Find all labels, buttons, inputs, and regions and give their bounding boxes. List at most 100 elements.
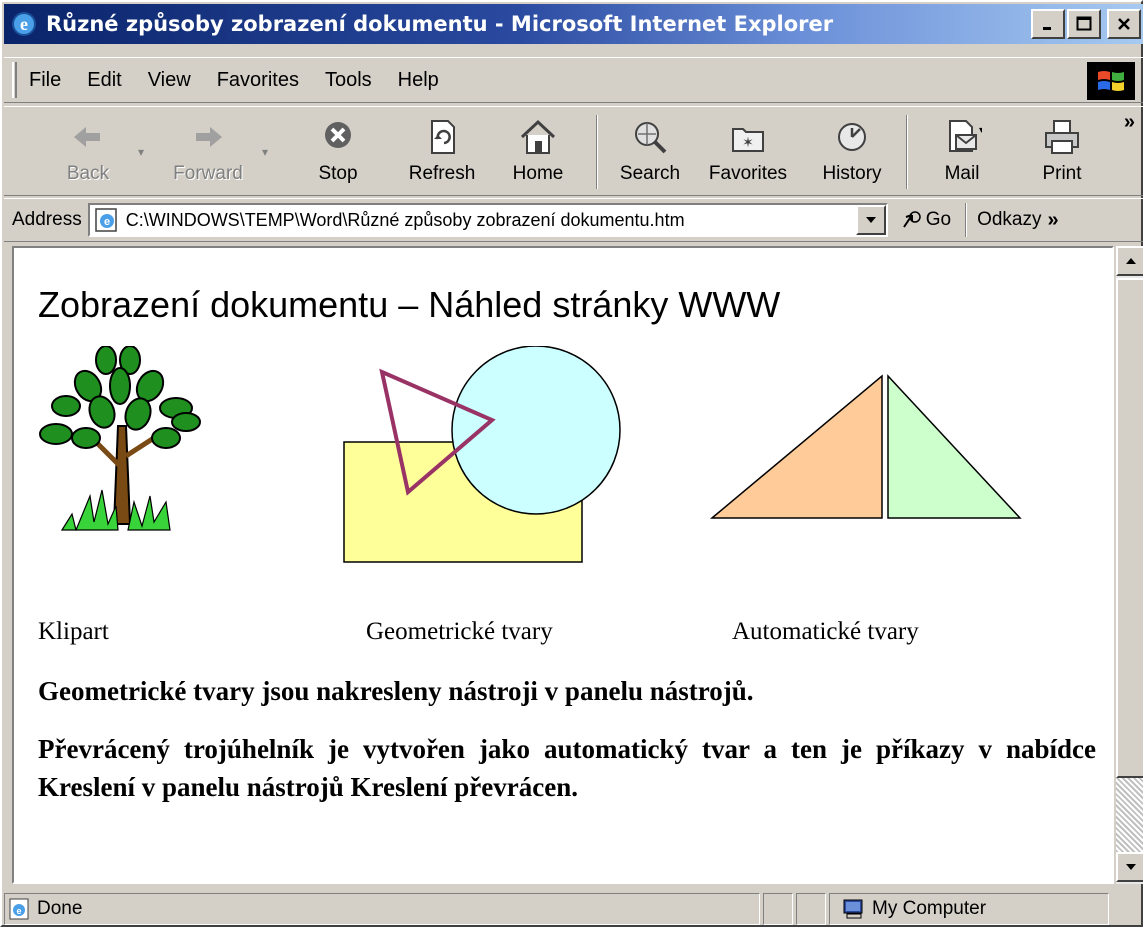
print-button[interactable]: Print <box>1014 113 1110 191</box>
scroll-track[interactable] <box>1116 778 1143 852</box>
toolbar-chevron-icon[interactable]: » <box>1124 111 1135 134</box>
caption-automatic: Automatické tvary <box>732 618 919 645</box>
chevron-down-icon <box>865 217 876 223</box>
address-url: C:\WINDOWS\TEMP\Word\Různé způsoby zobra… <box>125 209 685 230</box>
svg-text:▾: ▾ <box>979 125 982 136</box>
page-icon: e <box>94 208 117 232</box>
paragraph-geometric: Geometrické tvary jsou nakresleny nástro… <box>38 676 754 706</box>
print-icon <box>1045 120 1079 154</box>
address-input[interactable]: e C:\WINDOWS\TEMP\Word\Různé způsoby zob… <box>87 203 888 237</box>
windows-logo-throbber <box>1087 62 1135 100</box>
menu-favorites[interactable]: Favorites <box>217 69 299 92</box>
scroll-thumb[interactable] <box>1116 278 1143 778</box>
search-globe-icon <box>635 122 667 154</box>
refresh-label: Refresh <box>408 163 476 184</box>
menu-help[interactable]: Help <box>398 69 439 92</box>
title-bar: e Různé způsoby zobrazení dokumentu - Mi… <box>4 4 1143 44</box>
address-bar: Address e C:\WINDOWS\TEMP\Word\Různé způ… <box>4 198 1143 242</box>
scroll-down-button[interactable] <box>1116 852 1143 882</box>
search-button[interactable]: Search <box>602 113 698 191</box>
forward-label: Forward <box>173 163 243 184</box>
history-label: History <box>822 163 882 184</box>
zone-label: My Computer <box>872 897 987 919</box>
svg-text:✶: ✶ <box>742 134 754 150</box>
favorites-label: Favorites <box>708 163 788 184</box>
address-dropdown-button[interactable] <box>855 205 886 235</box>
browser-window: e Různé způsoby zobrazení dokumentu - Mi… <box>0 0 1143 927</box>
caption-clipart: Klipart <box>38 618 109 645</box>
search-label: Search <box>619 163 681 184</box>
toolbar-separator <box>906 115 908 189</box>
favorites-folder-icon: ✶ <box>732 128 764 152</box>
home-icon <box>520 119 556 154</box>
cyan-circle <box>451 346 621 515</box>
status-text-panel: e Done <box>4 892 760 925</box>
go-button[interactable]: Go <box>900 209 951 231</box>
menu-file[interactable]: File <box>29 69 61 92</box>
forward-button[interactable]: Forward <box>160 113 256 191</box>
favorites-button[interactable]: ✶ Favorites <box>700 113 796 191</box>
green-flipped-triangle <box>887 374 1022 519</box>
forward-arrow-icon <box>196 127 222 147</box>
arrow-down-icon <box>1125 864 1136 870</box>
menu-bar: File Edit View Favorites Tools Help <box>4 57 1143 103</box>
internet-explorer-icon: e <box>12 12 36 36</box>
links-chevron-icon[interactable]: » <box>1047 209 1058 232</box>
menu-tools[interactable]: Tools <box>325 69 372 92</box>
refresh-button[interactable]: Refresh <box>394 113 490 191</box>
status-bar: e Done My Computer <box>4 890 1143 927</box>
my-computer-icon <box>843 899 863 918</box>
menu-edit[interactable]: Edit <box>87 69 121 92</box>
svg-text:e: e <box>104 216 110 228</box>
page-done-icon: e <box>9 898 29 919</box>
refresh-icon <box>431 120 455 154</box>
maximize-icon <box>1076 16 1092 31</box>
home-label: Home <box>512 163 564 184</box>
close-button[interactable] <box>1107 9 1141 39</box>
status-cell <box>796 892 826 925</box>
minimize-button[interactable] <box>1031 9 1065 39</box>
tree-clipart <box>39 346 201 531</box>
minimize-icon <box>1043 27 1051 30</box>
mail-label: Mail <box>944 163 980 184</box>
history-button[interactable]: History <box>804 113 900 191</box>
page-content: Zobrazení dokumentu – Náhled stránky WWW <box>12 246 1114 884</box>
address-label: Address <box>12 209 82 230</box>
geometric-shapes <box>343 346 621 563</box>
arrow-up-icon <box>1125 258 1136 264</box>
vertical-scrollbar[interactable] <box>1116 246 1143 884</box>
go-label: Go <box>925 209 952 230</box>
mail-button[interactable]: ▾ Mail <box>914 113 1010 191</box>
back-label: Back <box>66 163 110 184</box>
menu-view[interactable]: View <box>148 69 191 92</box>
paragraph-flipped: Převrácený trojúhelník je vytvořen jako … <box>38 734 1096 802</box>
scroll-up-button[interactable] <box>1116 246 1143 276</box>
window-title: Různé způsoby zobrazení dokumentu - Micr… <box>46 12 834 36</box>
menu-grip[interactable] <box>12 62 17 98</box>
back-arrow-icon <box>74 127 100 147</box>
address-separator <box>965 203 968 237</box>
standard-toolbar: Back ▾ Forward ▾ Stop Refresh Home Searc… <box>4 106 1143 196</box>
stop-button[interactable]: Stop <box>290 113 386 191</box>
close-icon <box>1118 18 1130 30</box>
print-label: Print <box>1042 163 1082 184</box>
page-heading: Zobrazení dokumentu – Náhled stránky WWW <box>38 284 781 325</box>
back-dropdown-icon[interactable]: ▾ <box>138 145 144 159</box>
caption-geometric: Geometrické tvary <box>366 618 553 645</box>
back-button[interactable]: Back <box>40 113 136 191</box>
home-button[interactable]: Home <box>490 113 586 191</box>
history-clock-icon <box>838 123 866 151</box>
maximize-button[interactable] <box>1067 9 1101 39</box>
windows-logo-icon <box>1098 71 1124 91</box>
go-arrow-icon <box>902 211 921 228</box>
toolbar-separator <box>596 115 598 189</box>
svg-text:e: e <box>16 906 21 916</box>
svg-text:e: e <box>20 14 28 34</box>
stop-label: Stop <box>318 163 358 184</box>
status-cell <box>763 892 793 925</box>
security-zone-panel: My Computer <box>829 892 1109 925</box>
automatic-shapes <box>709 374 1022 519</box>
mail-icon: ▾ <box>949 120 982 152</box>
links-label[interactable]: Odkazy <box>977 209 1041 231</box>
forward-dropdown-icon[interactable]: ▾ <box>262 145 268 159</box>
